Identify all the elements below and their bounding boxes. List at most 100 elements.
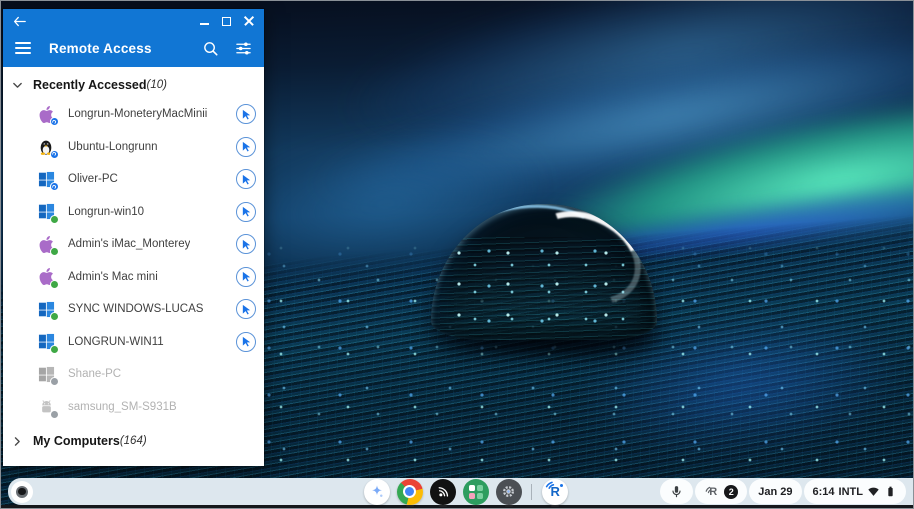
group-recently-accessed[interactable]: Recently Accessed (10)	[3, 72, 264, 98]
device-row[interactable]: LONGRUN-WIN11	[3, 326, 264, 359]
status-badge	[50, 182, 59, 192]
arrow-left-icon	[13, 16, 26, 26]
notifier-letter: R	[709, 485, 718, 498]
group-title: Recently Accessed	[33, 78, 147, 92]
settings-button[interactable]	[495, 478, 522, 505]
app-title: Remote Access	[49, 40, 152, 56]
connect-button[interactable]	[236, 104, 256, 125]
group-title: My Computers	[33, 434, 120, 448]
battery-icon	[888, 486, 893, 497]
platform-icon	[36, 169, 59, 192]
shelf-apps: R	[363, 478, 568, 505]
minimize-button[interactable]	[200, 17, 209, 25]
device-label: samsung_SM-S931B	[68, 400, 177, 413]
device-row[interactable]: Admin's iMac_Monterey	[3, 228, 264, 261]
cursor-icon	[242, 142, 250, 152]
status-badge	[50, 344, 59, 354]
window-controls	[200, 16, 254, 26]
screen: Remote Access Recently Accessed (10) Lon…	[0, 0, 914, 509]
connect-button[interactable]	[236, 234, 256, 255]
cursor-icon	[242, 207, 250, 217]
status-badge	[50, 377, 59, 387]
screen-bottom-edge	[1, 505, 913, 508]
device-row[interactable]: Oliver-PC	[3, 163, 264, 196]
screen-record-indicator[interactable]	[11, 480, 33, 503]
platform-icon	[36, 299, 59, 322]
platform-icon	[36, 332, 59, 354]
device-row[interactable]: Longrun-MoneteryMacMinii	[3, 98, 264, 131]
cursor-icon	[242, 272, 250, 282]
device-area: Recently Accessed (10) Longrun-MoneteryM…	[3, 67, 264, 466]
platform-icon	[36, 397, 59, 419]
hamburger-menu-icon[interactable]	[13, 40, 33, 56]
search-icon	[204, 41, 218, 56]
connect-button[interactable]	[236, 136, 256, 157]
group-my-computers[interactable]: My Computers (164)	[3, 428, 264, 454]
status-badge	[50, 312, 59, 322]
device-label: Longrun-win10	[68, 205, 145, 218]
platform-icon	[36, 364, 59, 387]
status-badge	[50, 247, 59, 257]
cursor-icon	[242, 174, 250, 185]
status-badge	[50, 117, 59, 127]
remoteview-notification-icon: R	[704, 485, 720, 499]
record-dot-ring	[16, 485, 28, 498]
platform-icon	[36, 234, 59, 257]
filter-sliders-icon	[236, 41, 251, 55]
launcher-star-icon	[371, 484, 383, 497]
maximize-icon	[222, 16, 231, 26]
notification-pill[interactable]: R 2	[695, 479, 748, 504]
date-pill[interactable]: Jan 29	[749, 479, 802, 504]
app-toolbar: Remote Access	[3, 33, 264, 67]
connect-button[interactable]	[236, 299, 256, 320]
chevron-right-icon	[14, 436, 20, 446]
status-badge	[50, 214, 59, 224]
device-list: Longrun-MoneteryMacMinii Ubuntu-Longrunn…	[3, 98, 264, 423]
connect-button[interactable]	[236, 169, 256, 190]
device-row[interactable]: samsung_SM-S931B	[3, 391, 264, 424]
mic-status-pill[interactable]	[660, 479, 694, 504]
close-icon	[244, 16, 254, 26]
device-label: Shane-PC	[68, 368, 122, 381]
maximize-button[interactable]	[222, 16, 231, 26]
filter-button[interactable]	[235, 40, 252, 57]
close-button[interactable]	[244, 16, 254, 26]
search-button[interactable]	[202, 40, 219, 57]
status-badge	[50, 149, 59, 159]
chrome-button[interactable]	[396, 478, 423, 505]
window-titlebar	[3, 9, 264, 33]
platform-icon	[36, 137, 59, 159]
chevron-down-icon	[13, 82, 22, 88]
back-button[interactable]	[13, 16, 26, 27]
device-row[interactable]: Longrun-win10	[3, 196, 264, 229]
cast-arcs-icon	[438, 486, 448, 497]
group-count: (164)	[119, 435, 147, 447]
date-label: Jan 29	[758, 485, 793, 498]
chrome-icon	[396, 478, 423, 505]
minimize-icon	[200, 23, 209, 25]
connect-button[interactable]	[236, 201, 256, 222]
system-tray-pill[interactable]: 6:14 INTL	[803, 479, 906, 504]
device-row[interactable]: Admin's Mac mini	[3, 261, 264, 294]
microphone-icon	[672, 486, 681, 498]
screencast-button[interactable]	[429, 478, 456, 505]
device-label: Admin's iMac_Monterey	[68, 238, 191, 251]
app-grid-button[interactable]	[462, 478, 489, 505]
network-label: INTL	[838, 485, 863, 498]
device-row[interactable]: Ubuntu-Longrunn	[3, 131, 264, 164]
connect-button[interactable]	[236, 331, 256, 352]
status-area: R 2 Jan 29 6:14 INTL	[660, 478, 906, 505]
device-row[interactable]: SYNC WINDOWS-LUCAS	[3, 293, 264, 326]
connect-button[interactable]	[236, 266, 256, 287]
device-label: LONGRUN-WIN11	[68, 335, 164, 348]
device-label: Admin's Mac mini	[68, 270, 158, 283]
cursor-icon	[242, 239, 250, 250]
launcher-button[interactable]	[363, 478, 390, 505]
remote-access-window: Remote Access Recently Accessed (10) Lon…	[3, 9, 264, 466]
device-row[interactable]: Shane-PC	[3, 358, 264, 391]
device-label: Ubuntu-Longrunn	[68, 140, 158, 153]
wifi-icon	[868, 487, 879, 496]
clock-label: 6:14	[812, 485, 835, 498]
record-dot	[18, 487, 26, 496]
remoteview-app-button[interactable]: R	[541, 478, 568, 505]
